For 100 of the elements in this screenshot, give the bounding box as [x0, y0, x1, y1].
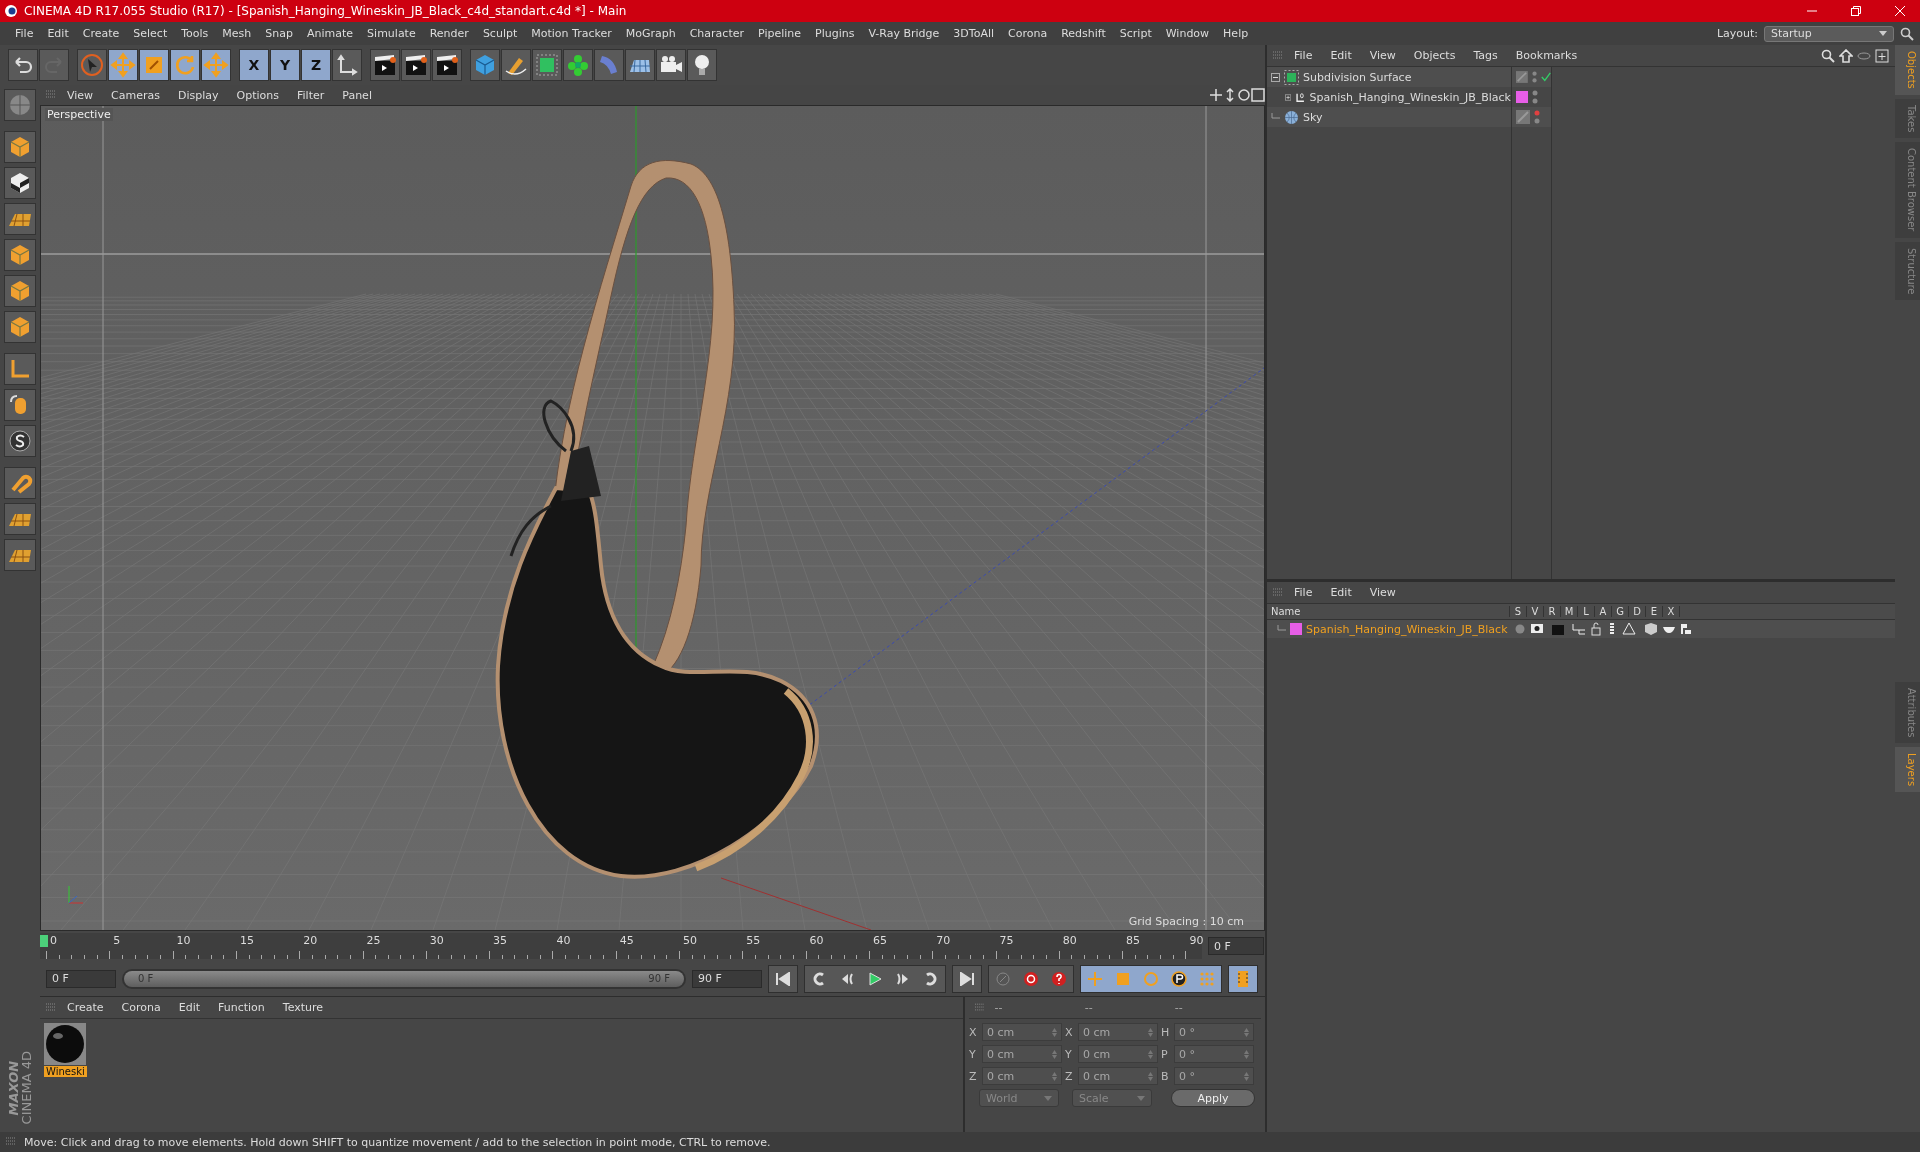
coordinate-field[interactable]: 0 cm: [982, 1023, 1062, 1041]
current-frame-field[interactable]: 0 F: [1208, 937, 1264, 955]
column-header[interactable]: X: [1663, 606, 1680, 617]
layer-color-swatch[interactable]: [1290, 623, 1302, 635]
viewport-menu-item[interactable]: Display: [171, 88, 226, 102]
home-icon[interactable]: [1839, 48, 1853, 63]
object-menu-item[interactable]: View: [1362, 49, 1403, 62]
menu-item[interactable]: Script: [1112, 27, 1159, 40]
column-header[interactable]: R: [1544, 606, 1561, 617]
material-menu-item[interactable]: Corona: [114, 1001, 168, 1014]
points-mode-button[interactable]: [4, 239, 36, 271]
scale-tool-button[interactable]: [139, 49, 169, 81]
layer-tag-icon[interactable]: [1516, 70, 1528, 84]
viewport-menu-item[interactable]: View: [60, 88, 101, 102]
column-header[interactable]: S: [1510, 606, 1527, 617]
material-menu-item[interactable]: Texture: [275, 1001, 331, 1014]
lock-grid-button[interactable]: [4, 503, 36, 535]
subdivision-button[interactable]: [532, 49, 562, 81]
texture-mode-button[interactable]: [4, 167, 36, 199]
deformer-button[interactable]: [594, 49, 624, 81]
expander-icon[interactable]: [1271, 72, 1280, 82]
menu-item[interactable]: Snap: [258, 27, 300, 40]
menu-item[interactable]: Motion Tracker: [524, 27, 619, 40]
coordinate-field[interactable]: 0 cm: [1078, 1067, 1158, 1085]
menu-item[interactable]: Render: [422, 27, 476, 40]
coordinate-field[interactable]: 0 °: [1174, 1023, 1254, 1041]
floor-button[interactable]: [625, 49, 655, 81]
menu-item[interactable]: V-Ray Bridge: [861, 27, 947, 40]
coordinate-field[interactable]: 0 cm: [982, 1045, 1062, 1063]
expander-icon[interactable]: [1285, 92, 1292, 102]
column-header[interactable]: M: [1561, 606, 1578, 617]
undo-button[interactable]: [8, 49, 38, 81]
menu-item[interactable]: 3DToAll: [946, 27, 1001, 40]
apply-button[interactable]: Apply: [1171, 1089, 1255, 1107]
axis-lock-button[interactable]: Y: [270, 49, 300, 81]
layer-color-swatch[interactable]: [1516, 91, 1528, 103]
visibility-dots-icon[interactable]: [1531, 70, 1537, 84]
select-tool-button[interactable]: [77, 49, 107, 81]
workplane-button[interactable]: [4, 203, 36, 235]
menu-item[interactable]: Window: [1158, 27, 1217, 40]
menu-item[interactable]: Character: [682, 27, 751, 40]
menu-item[interactable]: Help: [1216, 27, 1256, 40]
menu-item[interactable]: Mesh: [215, 27, 259, 40]
search-icon[interactable]: [1821, 48, 1835, 63]
coordinate-field[interactable]: 0 cm: [1078, 1023, 1158, 1041]
menu-item[interactable]: Create: [75, 27, 127, 40]
material-menu-item[interactable]: Edit: [171, 1001, 207, 1014]
render-picture-button[interactable]: [401, 49, 431, 81]
menu-item[interactable]: Edit: [40, 27, 76, 40]
layer-menu-item[interactable]: File: [1287, 586, 1320, 599]
viewport-menu-item[interactable]: Options: [229, 88, 286, 102]
object-menu-item[interactable]: Edit: [1323, 49, 1359, 62]
viewport-menu-item[interactable]: Panel: [335, 88, 379, 102]
column-header[interactable]: L: [1578, 606, 1595, 617]
grid-rotate-button[interactable]: [4, 539, 36, 571]
restore-icon[interactable]: [1850, 5, 1862, 17]
material-name[interactable]: Wineski: [44, 1066, 87, 1077]
menu-item[interactable]: Corona: [1001, 27, 1055, 40]
check-icon[interactable]: [1540, 71, 1551, 83]
menu-item[interactable]: Animate: [300, 27, 361, 40]
menu-item[interactable]: Plugins: [808, 27, 862, 40]
3d-viewport[interactable]: Perspective Grid Spacing : 10 cm: [40, 105, 1265, 931]
edges-mode-button[interactable]: [4, 275, 36, 307]
side-tab[interactable]: Layers: [1895, 746, 1920, 792]
start-frame-field[interactable]: 0 F: [46, 969, 116, 988]
render-view-button[interactable]: [370, 49, 400, 81]
viewport-menu-item[interactable]: Cameras: [104, 88, 167, 102]
magnet-button[interactable]: [4, 467, 36, 499]
polygons-mode-button[interactable]: [4, 311, 36, 343]
menu-item[interactable]: Pipeline: [751, 27, 809, 40]
object-menu-item[interactable]: Objects: [1406, 49, 1463, 62]
object-name[interactable]: Spanish_Hanging_Wineskin_JB_Black: [1309, 90, 1511, 104]
menu-item[interactable]: Sculpt: [475, 27, 525, 40]
camera-button[interactable]: [656, 49, 686, 81]
snap-button[interactable]: [4, 425, 36, 457]
column-header[interactable]: E: [1646, 606, 1663, 617]
menu-item[interactable]: Tools: [174, 27, 216, 40]
navigation-icons[interactable]: [1209, 88, 1265, 102]
tweak-mode-button[interactable]: [4, 389, 36, 421]
coordinate-field[interactable]: 0 cm: [982, 1067, 1062, 1085]
close-icon[interactable]: [1894, 5, 1906, 17]
material-swatch[interactable]: [44, 1023, 87, 1065]
layer-menu-item[interactable]: Edit: [1323, 586, 1359, 599]
layout-dropdown[interactable]: Startup: [1764, 25, 1894, 42]
end-frame-field[interactable]: 90 F: [692, 969, 762, 988]
object-menu-item[interactable]: File: [1287, 49, 1320, 62]
axis-mode-button[interactable]: [4, 353, 36, 385]
object-menu-item[interactable]: Bookmarks: [1508, 49, 1585, 62]
move-plus-button[interactable]: [201, 49, 231, 81]
menu-item[interactable]: Redshift: [1054, 27, 1113, 40]
coordinate-field[interactable]: 0 °: [1174, 1045, 1254, 1063]
menu-item[interactable]: File: [8, 27, 41, 40]
menu-item[interactable]: MoGraph: [618, 27, 683, 40]
menu-item[interactable]: Simulate: [360, 27, 423, 40]
move-tool-button[interactable]: [108, 49, 138, 81]
coordinate-system-button[interactable]: [332, 49, 362, 81]
cube-button[interactable]: [470, 49, 500, 81]
layer-menu-item[interactable]: View: [1362, 586, 1403, 599]
pen-button[interactable]: [501, 49, 531, 81]
timeline-ruler[interactable]: 0 5 10 15 20 25 30 35 40 45 50 55 60 65 70 75 80 85 90: [40, 933, 1202, 959]
